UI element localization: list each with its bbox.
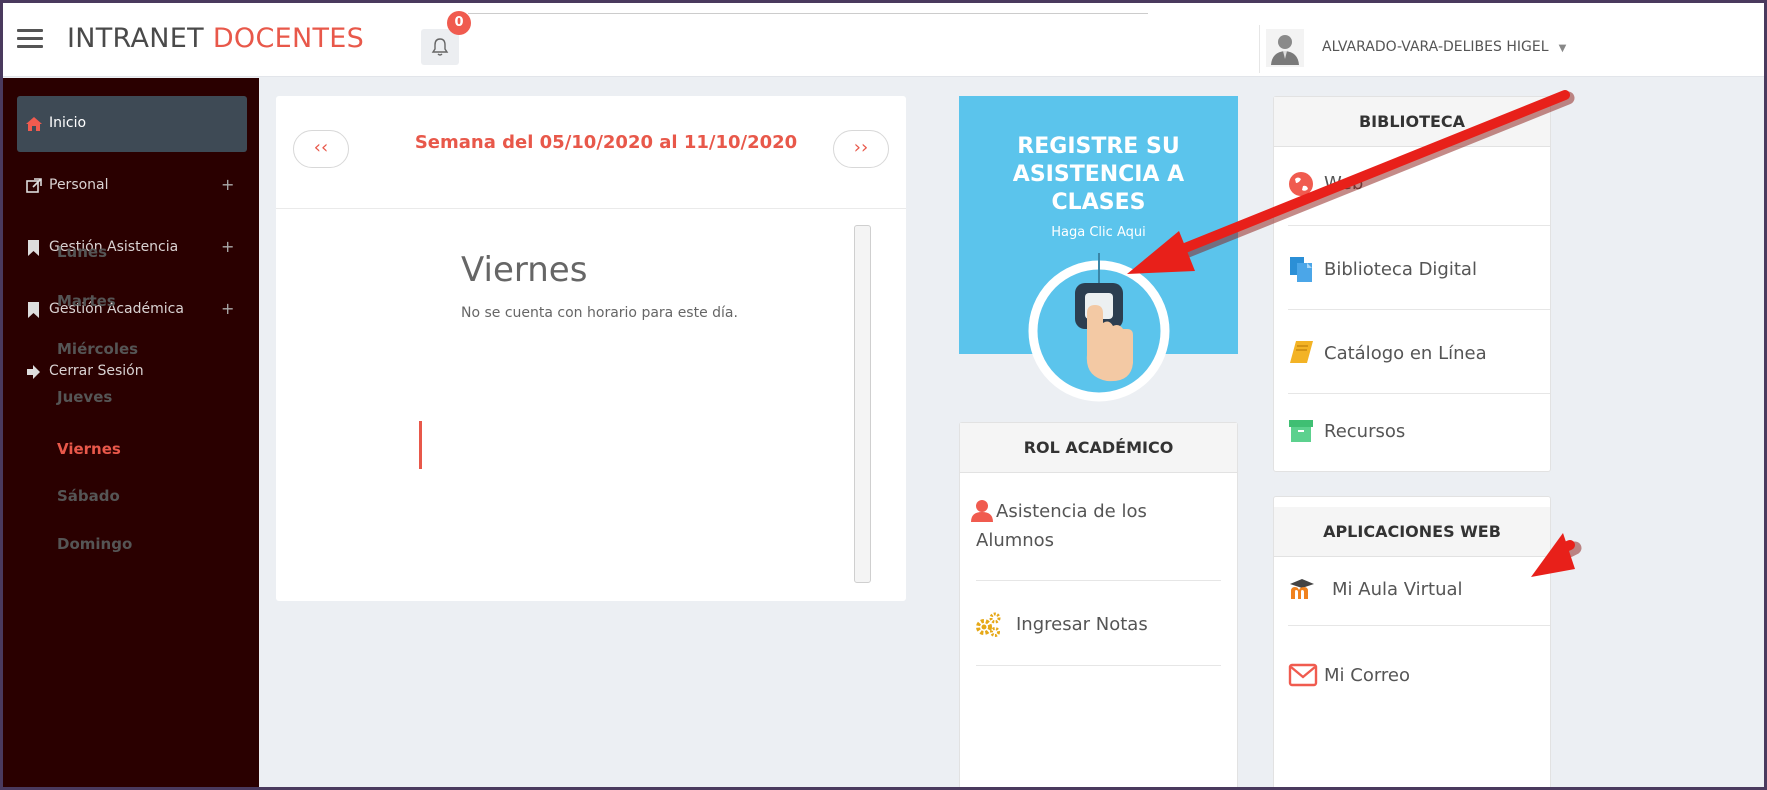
banner-title-line-2: ASISTENCIA A	[1012, 162, 1185, 187]
day-message: No se cuenta con horario para este día.	[461, 305, 738, 321]
expand-plus-icon: +	[221, 299, 235, 318]
biblioteca-web-link[interactable]: Web	[1274, 147, 1550, 231]
link-label: Ingresar Notas	[1016, 614, 1148, 635]
bookmark-icon	[28, 302, 39, 318]
bookmark-icon	[28, 240, 39, 256]
sidebar: Inicio Personal + Gestión Asistencia + G…	[3, 78, 259, 787]
card-title: BIBLIOTECA	[1274, 97, 1550, 147]
day-tab-sabado[interactable]: Sábado	[57, 487, 120, 505]
app-window: INTRANET DOCENTES 0 ALVARADO-VARA-DELIBE…	[0, 0, 1767, 790]
fingerprint-button-icon[interactable]	[1015, 253, 1187, 409]
home-icon	[26, 117, 42, 131]
sidebar-item-inicio[interactable]: Inicio	[17, 96, 247, 152]
sidebar-item-gestion-academica[interactable]: Gestión Académica +	[3, 282, 259, 338]
link-label: Biblioteca Digital	[1324, 259, 1477, 280]
day-tab-miercoles[interactable]: Miércoles	[57, 340, 138, 358]
banner-title-line-1: REGISTRE SU	[1017, 134, 1180, 159]
brand-part-2: DOCENTES	[212, 23, 365, 54]
divider	[1288, 225, 1550, 226]
brand-part-1: INTRANET	[67, 23, 204, 54]
notification-count-badge: 0	[447, 11, 471, 35]
moodle-icon	[1290, 579, 1314, 599]
sidebar-item-gestion-asistencia[interactable]: Gestión Asistencia +	[3, 220, 259, 276]
day-heading: Viernes	[461, 250, 588, 290]
globe-icon	[1289, 172, 1313, 196]
link-label: Recursos	[1324, 421, 1406, 442]
card-title: APLICACIONES WEB	[1274, 507, 1550, 557]
link-label: Web	[1324, 173, 1364, 194]
day-tab-lunes[interactable]: Lunes	[57, 243, 107, 261]
card-title: ROL ACADÉMICO	[960, 423, 1237, 473]
notifications-button[interactable]	[421, 29, 459, 65]
week-title: Semana del 05/10/2020 al 11/10/2020	[414, 132, 798, 153]
gears-icon	[976, 612, 1001, 637]
hamburger-menu-icon[interactable]	[17, 29, 43, 49]
biblioteca-card: BIBLIOTECA Web Biblioteca Digital Catálo…	[1273, 96, 1551, 472]
next-week-button[interactable]: ››	[833, 130, 889, 168]
top-header: INTRANET DOCENTES 0 ALVARADO-VARA-DELIBE…	[3, 3, 1764, 77]
sidebar-item-personal[interactable]: Personal +	[3, 158, 259, 214]
link-label: Catálogo en Línea	[1324, 343, 1487, 364]
header-divider	[468, 13, 1148, 14]
divider	[976, 665, 1221, 666]
link-label: Mi Correo	[1324, 665, 1411, 686]
sidebar-item-label: Inicio	[49, 115, 87, 131]
rol-academico-card: ROL ACADÉMICO Asistencia de los Alumnos …	[959, 422, 1238, 787]
asistencia-alumnos-link[interactable]: Asistencia de los Alumnos	[960, 483, 1237, 567]
divider	[976, 580, 1221, 581]
envelope-icon	[1288, 663, 1318, 687]
bell-icon	[431, 38, 449, 56]
divider	[1288, 309, 1550, 310]
biblioteca-digital-link[interactable]: Biblioteca Digital	[1274, 231, 1550, 315]
link-label: Asistencia de los	[996, 501, 1147, 522]
archive-icon	[1289, 420, 1313, 442]
link-label: Mi Aula Virtual	[1332, 579, 1463, 600]
banner-subtitle: Haga Clic Aqui	[1051, 225, 1146, 240]
expand-plus-icon: +	[221, 175, 235, 194]
day-tab-domingo[interactable]: Domingo	[57, 535, 132, 553]
user-name: ALVARADO-VARA-DELIBES HIGEL	[1322, 39, 1549, 55]
schedule-scrollbar[interactable]	[854, 225, 871, 583]
user-icon	[971, 500, 993, 522]
divider	[1288, 393, 1550, 394]
divider	[276, 208, 906, 209]
user-menu[interactable]: ALVARADO-VARA-DELIBES HIGEL ▼	[1259, 25, 1566, 73]
expand-plus-icon: +	[221, 237, 235, 256]
avatar	[1266, 29, 1304, 67]
catalogo-en-linea-link[interactable]: Catálogo en Línea	[1274, 315, 1550, 399]
external-link-icon	[26, 178, 42, 193]
aplicaciones-web-card: APLICACIONES WEB Mi Aula Virtual Mi Corr…	[1273, 496, 1551, 787]
day-tab-jueves[interactable]: Jueves	[57, 388, 112, 406]
day-tab-martes[interactable]: Martes	[57, 292, 116, 310]
mi-aula-virtual-link[interactable]: Mi Aula Virtual	[1274, 557, 1550, 641]
selected-day-indicator	[419, 421, 422, 469]
weekly-schedule-card: ‹‹ Semana del 05/10/2020 al 11/10/2020 ›…	[276, 96, 906, 601]
day-tab-viernes[interactable]: Viernes	[57, 440, 121, 458]
brand-title[interactable]: INTRANET DOCENTES	[67, 23, 364, 54]
book-icon	[1290, 341, 1313, 363]
banner-title-line-3: CLASES	[1051, 190, 1146, 215]
sidebar-item-label: Personal	[49, 177, 109, 193]
sign-out-icon	[27, 365, 40, 379]
documents-icon	[1290, 257, 1312, 282]
recursos-link[interactable]: Recursos	[1274, 399, 1550, 483]
sidebar-item-label: Cerrar Sesión	[49, 363, 144, 379]
chevron-down-icon: ▼	[1558, 43, 1567, 54]
link-label-line-2: Alumnos	[976, 530, 1055, 551]
divider	[1288, 625, 1550, 626]
mi-correo-link[interactable]: Mi Correo	[1274, 641, 1550, 725]
